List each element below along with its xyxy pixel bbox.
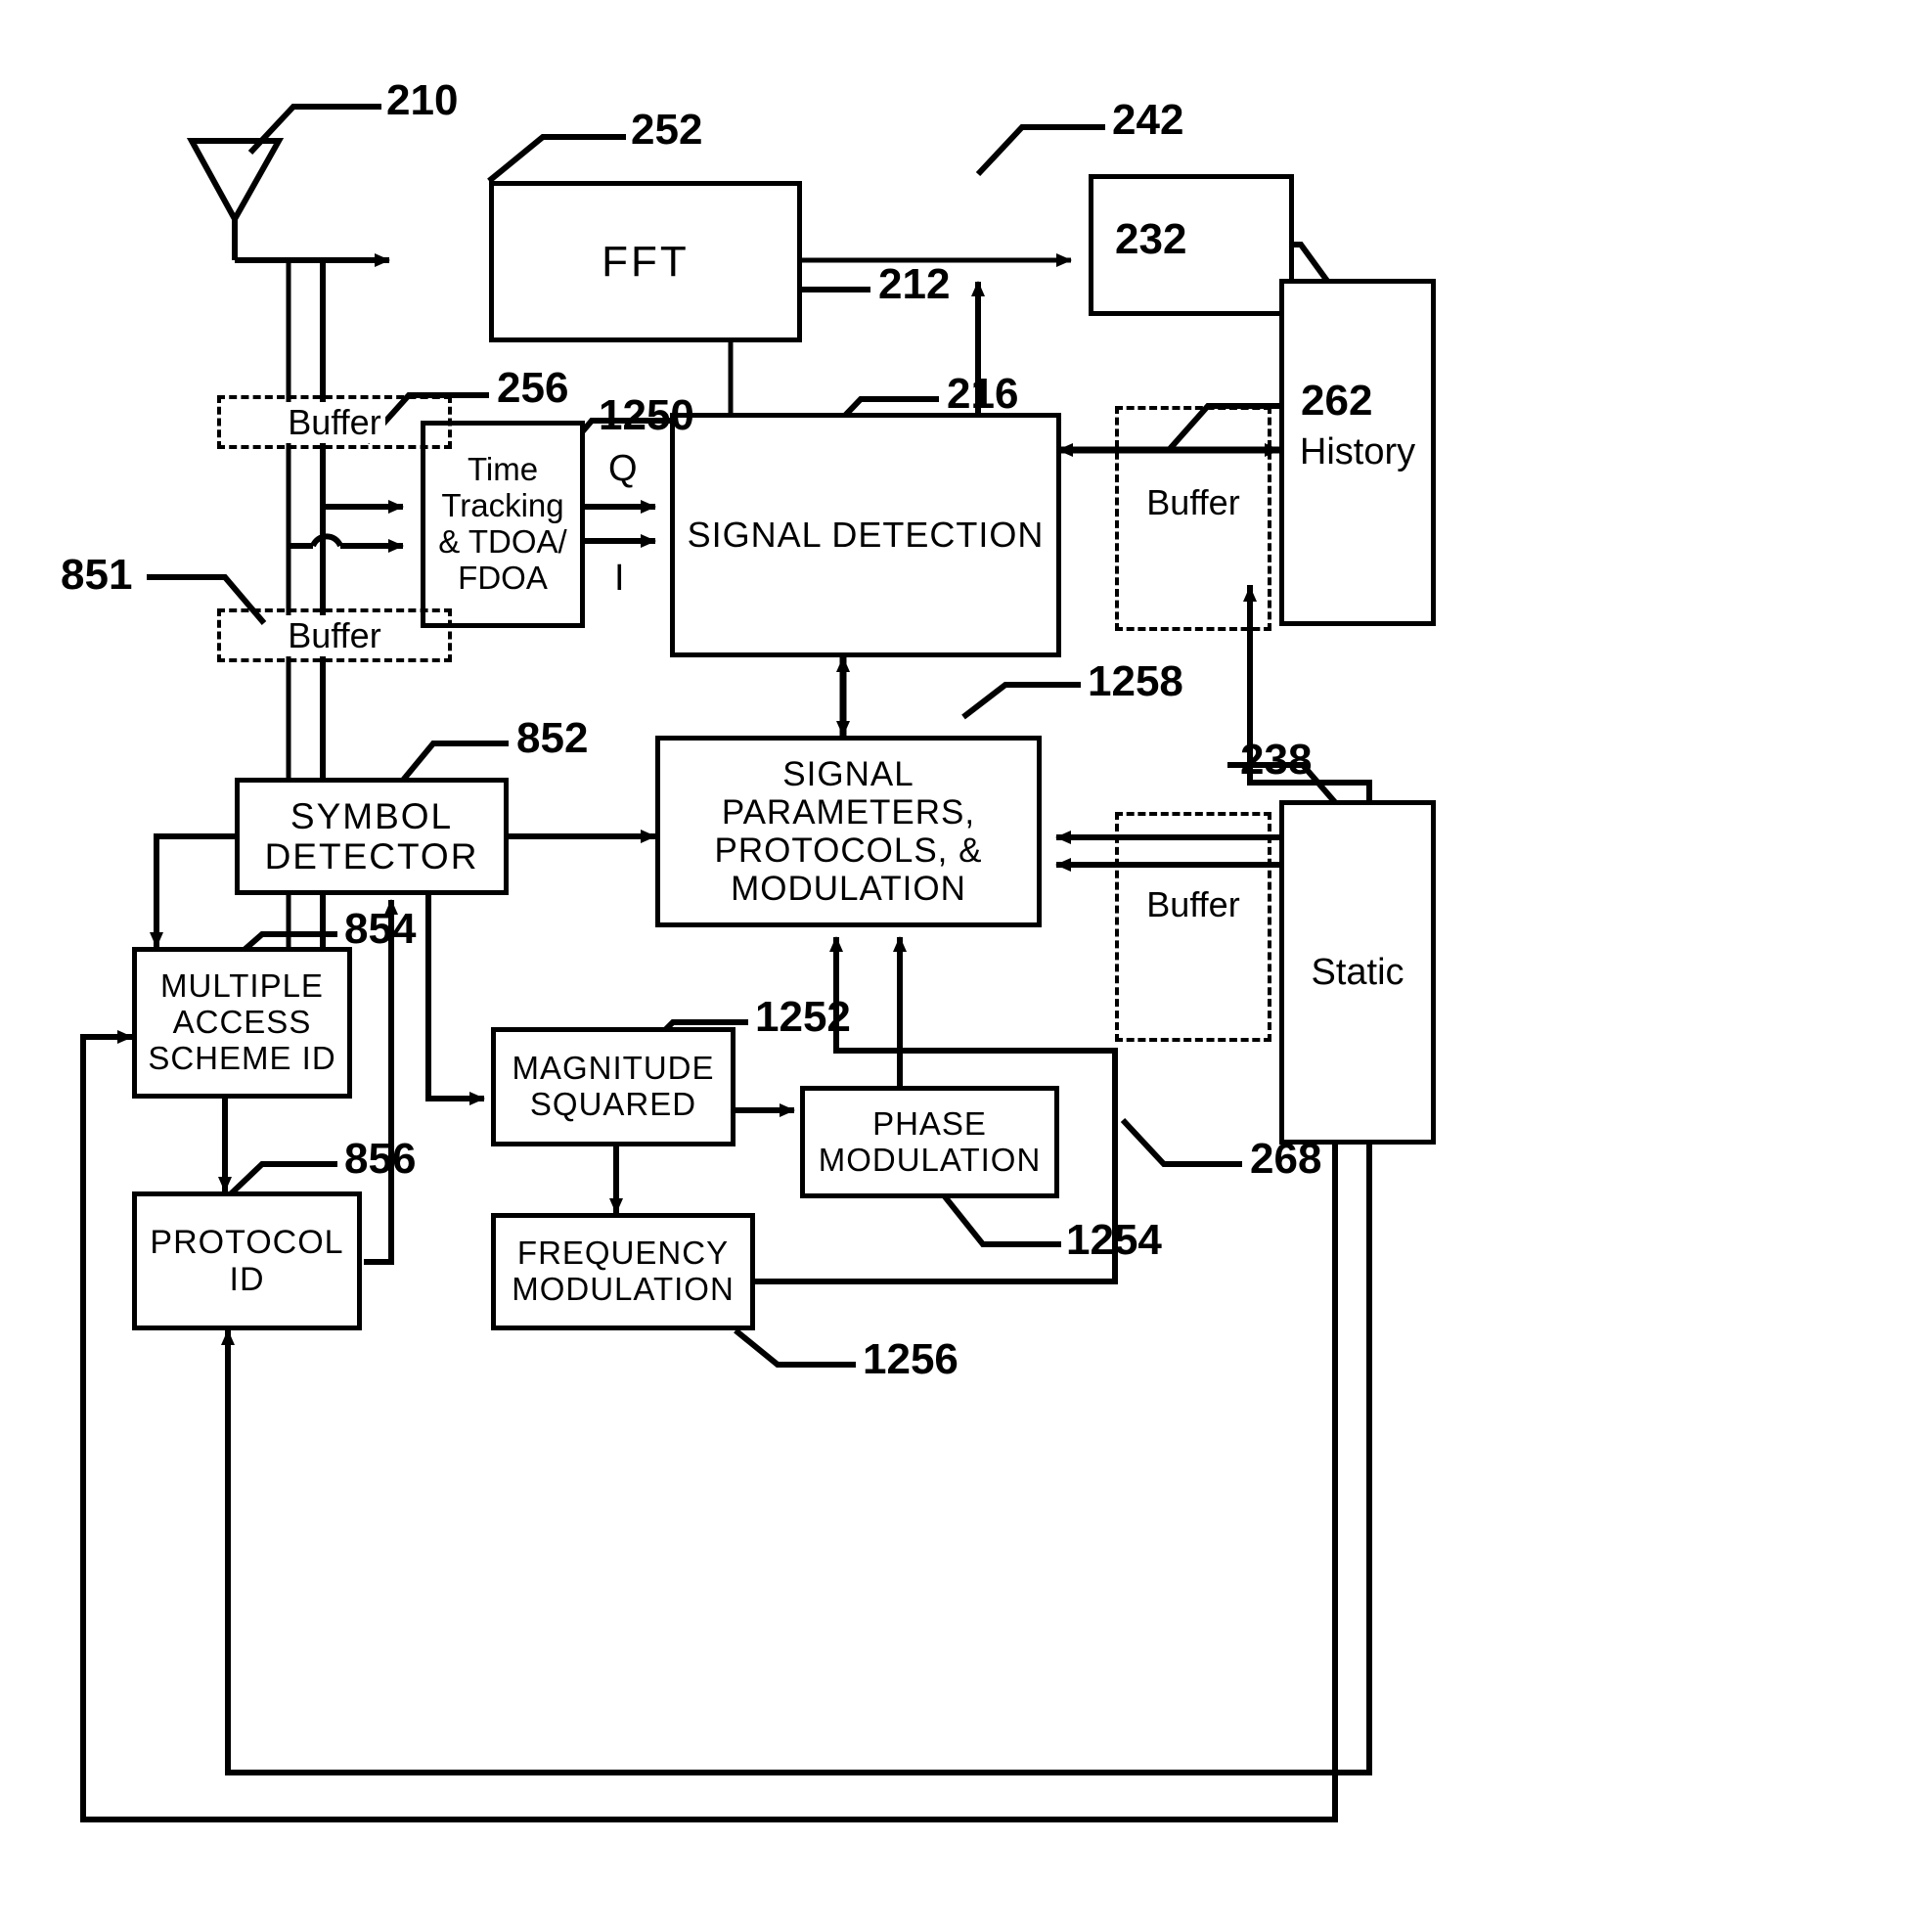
ref-262: 262	[1301, 377, 1373, 425]
signal-detection-label: SIGNAL DETECTION	[687, 514, 1045, 555]
magnitude-squared-label: MAGNITUDE SQUARED	[512, 1050, 715, 1122]
buffer-268: Buffer	[1115, 812, 1271, 1042]
history-block[interactable]: History	[1279, 279, 1436, 626]
static-label: Static	[1311, 951, 1404, 993]
time-tracking-label: Time Tracking & TDOA/ FDOA	[438, 451, 567, 596]
buffer-262-label: Buffer	[1142, 482, 1244, 523]
signal-detection-block[interactable]: SIGNAL DETECTION	[670, 413, 1061, 657]
ref-212: 212	[878, 260, 951, 308]
history-label: History	[1299, 431, 1416, 473]
ref-268: 268	[1250, 1135, 1322, 1183]
buffer-268-label: Buffer	[1142, 884, 1244, 925]
ref-854: 854	[344, 905, 417, 953]
ref-856: 856	[344, 1135, 417, 1183]
magnitude-squared-block[interactable]: MAGNITUDE SQUARED	[491, 1027, 736, 1146]
ref-232: 232	[1115, 215, 1187, 263]
multiple-access-scheme-id-block[interactable]: MULTIPLE ACCESS SCHEME ID	[132, 947, 352, 1099]
symbol-detector-block[interactable]: SYMBOL DETECTOR	[235, 778, 509, 895]
ref-216: 216	[947, 370, 1019, 418]
ref-1256: 1256	[863, 1335, 958, 1383]
buffer-256: Buffer	[217, 395, 452, 449]
signal-label-q: Q	[608, 448, 638, 489]
ref-1250: 1250	[599, 391, 694, 439]
frequency-modulation-label: FREQUENCY MODULATION	[512, 1235, 735, 1307]
buffer-262: Buffer	[1115, 406, 1271, 631]
protocol-id-label: PROTOCOL ID	[150, 1223, 344, 1298]
ref-852: 852	[516, 714, 589, 762]
antenna-210-glyph	[186, 138, 285, 226]
signal-parameters-block[interactable]: SIGNAL PARAMETERS, PROTOCOLS, & MODULATI…	[655, 736, 1042, 927]
symbol-detector-label: SYMBOL DETECTOR	[264, 795, 479, 876]
buffer-851-label: Buffer	[284, 614, 385, 656]
ref-1258: 1258	[1088, 657, 1183, 705]
phase-modulation-block[interactable]: PHASE MODULATION	[800, 1086, 1059, 1198]
ref-252: 252	[631, 106, 703, 154]
signal-parameters-label: SIGNAL PARAMETERS, PROTOCOLS, & MODULATI…	[714, 754, 983, 909]
frequency-modulation-block[interactable]: FREQUENCY MODULATION	[491, 1213, 755, 1330]
patent-figure-canvas: FFT Time Tracking & TDOA/ FDOA SIGNAL DE…	[0, 0, 1917, 1932]
multiple-access-label: MULTIPLE ACCESS SCHEME ID	[148, 967, 336, 1076]
phase-modulation-label: PHASE MODULATION	[818, 1104, 1042, 1178]
fft-block[interactable]: FFT	[489, 181, 802, 342]
buffer-256-label: Buffer	[284, 401, 385, 443]
ref-1252: 1252	[755, 993, 851, 1041]
ref-851: 851	[61, 551, 133, 599]
ref-256: 256	[497, 364, 569, 412]
signal-label-i: I	[614, 558, 625, 599]
buffer-851: Buffer	[217, 608, 452, 662]
protocol-id-block[interactable]: PROTOCOL ID	[132, 1191, 362, 1330]
ref-210: 210	[386, 76, 459, 124]
fft-label: FFT	[602, 237, 690, 286]
ref-1254: 1254	[1066, 1216, 1162, 1264]
time-tracking-block[interactable]: Time Tracking & TDOA/ FDOA	[421, 421, 585, 628]
ref-238: 238	[1240, 736, 1313, 784]
static-block[interactable]: Static	[1279, 800, 1436, 1145]
ref-242: 242	[1112, 96, 1184, 144]
